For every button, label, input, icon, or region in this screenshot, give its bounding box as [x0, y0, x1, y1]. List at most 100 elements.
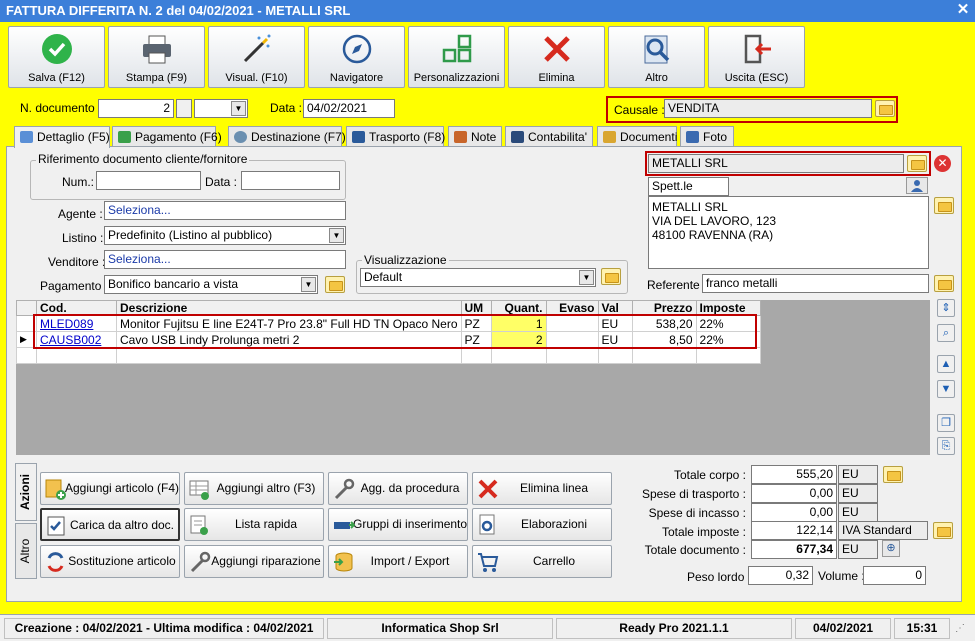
- quick-list-icon: [190, 515, 208, 535]
- add-repair-button[interactable]: Aggiungi riparazione: [184, 545, 324, 578]
- date-label: Data :: [270, 101, 303, 115]
- add-article-button[interactable]: Aggiungi articolo (F4): [40, 472, 180, 505]
- ndoc-series-select[interactable]: ▼: [194, 99, 248, 118]
- scroll-updown-icon[interactable]: ⇕: [937, 299, 955, 317]
- incasso-currency: EU: [838, 503, 878, 522]
- zoom-in-icon[interactable]: ⊕: [882, 540, 900, 557]
- totale-corpo-currency: EU: [838, 465, 878, 484]
- replace-article-button[interactable]: Sostituzione articolo: [40, 545, 180, 578]
- rif-num-input[interactable]: [96, 171, 201, 190]
- date-input[interactable]: 04/02/2021: [303, 99, 395, 118]
- vtab-altro[interactable]: Altro: [15, 523, 37, 579]
- customer-folder-icon[interactable]: [907, 155, 927, 172]
- totals-folder-icon[interactable]: [883, 466, 903, 483]
- visual-folder-icon[interactable]: [601, 268, 621, 285]
- checklist-icon: [47, 516, 65, 536]
- pagamento-select[interactable]: Bonifico bancario a vista ▼: [104, 275, 318, 294]
- ndoc-suffix-button[interactable]: [176, 99, 192, 118]
- incasso-value[interactable]: 0,00: [751, 503, 837, 522]
- peso-value[interactable]: 0,32: [748, 566, 813, 585]
- save-check-icon: [42, 34, 72, 64]
- peso-label: Peso lordo :: [687, 570, 752, 584]
- tab-destinazione[interactable]: Destinazione (F7): [228, 126, 346, 147]
- ndoc-input[interactable]: 2: [98, 99, 174, 118]
- add-from-procedure-button[interactable]: Agg. da procedura: [328, 472, 468, 505]
- vtab-azioni[interactable]: Azioni: [15, 463, 37, 521]
- visual-select[interactable]: Default ▼: [360, 268, 596, 287]
- totale-corpo-label: Totale corpo :: [673, 468, 746, 482]
- other-button[interactable]: Altro: [608, 26, 705, 88]
- tab-contabilita[interactable]: Contabilita': [505, 126, 593, 147]
- print-button[interactable]: Stampa (F9): [108, 26, 205, 88]
- load-from-document-button[interactable]: Carica da altro doc.: [40, 508, 180, 541]
- customer-name-input[interactable]: METALLI SRL: [648, 154, 904, 173]
- contact-card-icon[interactable]: [906, 177, 928, 194]
- customer-address-box[interactable]: METALLI SRL VIA DEL LAVORO, 123 48100 RA…: [648, 196, 929, 269]
- referente-label: Referente: [647, 278, 700, 292]
- table-row-empty[interactable]: [16, 347, 761, 364]
- search-icon[interactable]: ⌕: [937, 324, 955, 342]
- venditore-input[interactable]: Seleziona...: [104, 250, 346, 269]
- resize-grip-icon[interactable]: ⋰: [955, 623, 965, 634]
- rif-date-label: Data :: [205, 175, 238, 189]
- navigator-button[interactable]: Navigatore: [308, 26, 405, 88]
- copy-icon[interactable]: ❐: [937, 414, 955, 432]
- trasporto-value[interactable]: 0,00: [751, 484, 837, 503]
- status-date: 04/02/2021: [795, 618, 891, 639]
- status-company: Informatica Shop Srl: [327, 618, 553, 639]
- rif-num-label: Num.:: [62, 175, 95, 189]
- processing-button[interactable]: Elaborazioni: [472, 508, 612, 541]
- window-title-bar: FATTURA DIFFERITA N. 2 del 04/02/2021 - …: [0, 0, 975, 22]
- causale-folder-icon[interactable]: [875, 100, 895, 117]
- referente-folder-icon[interactable]: [934, 275, 954, 292]
- close-window-button[interactable]: ✕: [955, 2, 971, 19]
- delete-x-icon: [478, 479, 498, 499]
- agente-label: Agente :: [58, 207, 103, 221]
- magnifier-icon: [644, 35, 670, 64]
- volume-label: Volume :: [818, 569, 865, 583]
- preview-button[interactable]: Visual. (F10): [208, 26, 305, 88]
- tab-documenti[interactable]: Documenti: [597, 126, 677, 147]
- add-other-icon: [189, 480, 209, 500]
- cart-button[interactable]: Carrello: [472, 545, 612, 578]
- save-button[interactable]: Salva (F12): [8, 26, 105, 88]
- totale-corpo-value: 555,20: [751, 465, 837, 484]
- exit-button[interactable]: Uscita (ESC): [708, 26, 805, 88]
- move-down-icon[interactable]: ▼: [937, 380, 955, 398]
- delete-button[interactable]: Elimina: [508, 26, 605, 88]
- grid-icon: [442, 34, 472, 63]
- quick-list-button[interactable]: Lista rapida: [184, 508, 324, 541]
- customizations-button[interactable]: Personalizzazioni: [408, 26, 505, 88]
- tab-foto[interactable]: Foto: [680, 126, 734, 147]
- trasporto-currency: EU: [838, 484, 878, 503]
- import-export-button[interactable]: Import / Export: [328, 545, 468, 578]
- insert-groups-button[interactable]: Gruppi di inserimento: [328, 508, 468, 541]
- agente-input[interactable]: Seleziona...: [104, 201, 346, 220]
- delete-line-button[interactable]: Elimina linea: [472, 472, 612, 505]
- database-icon: [334, 552, 353, 572]
- rows-highlight: [33, 314, 757, 349]
- listino-label: Listino :: [62, 231, 104, 245]
- listino-select[interactable]: Predefinito (Listino al pubblico) ▼: [104, 226, 346, 245]
- tab-note[interactable]: Note: [448, 126, 502, 147]
- rif-title: Riferimento documento cliente/fornitore: [36, 152, 250, 166]
- clear-customer-icon[interactable]: ✕: [934, 155, 951, 172]
- tab-dettaglio[interactable]: Dettaglio (F5): [14, 126, 110, 148]
- imposte-label: Totale imposte :: [661, 525, 746, 539]
- tab-pagamento[interactable]: Pagamento (F6): [112, 126, 222, 147]
- move-up-icon[interactable]: ▲: [937, 355, 955, 373]
- chevron-down-icon: ▼: [579, 270, 594, 285]
- paste-icon[interactable]: ⎘: [937, 437, 955, 455]
- printer-icon: [143, 35, 171, 64]
- add-other-button[interactable]: Aggiungi altro (F3): [184, 472, 324, 505]
- causale-input[interactable]: VENDITA: [664, 99, 872, 118]
- address-folder-icon[interactable]: [934, 197, 954, 214]
- tab-trasporto[interactable]: Trasporto (F8): [346, 126, 445, 147]
- volume-value[interactable]: 0: [863, 566, 926, 585]
- documento-currency: EU: [838, 540, 878, 559]
- pagamento-folder-icon[interactable]: [325, 276, 345, 293]
- rif-date-input[interactable]: [241, 171, 340, 190]
- iva-folder-icon[interactable]: [933, 522, 953, 539]
- referente-input[interactable]: franco metalli: [702, 274, 929, 293]
- customer-title-input[interactable]: Spett.le: [648, 177, 729, 196]
